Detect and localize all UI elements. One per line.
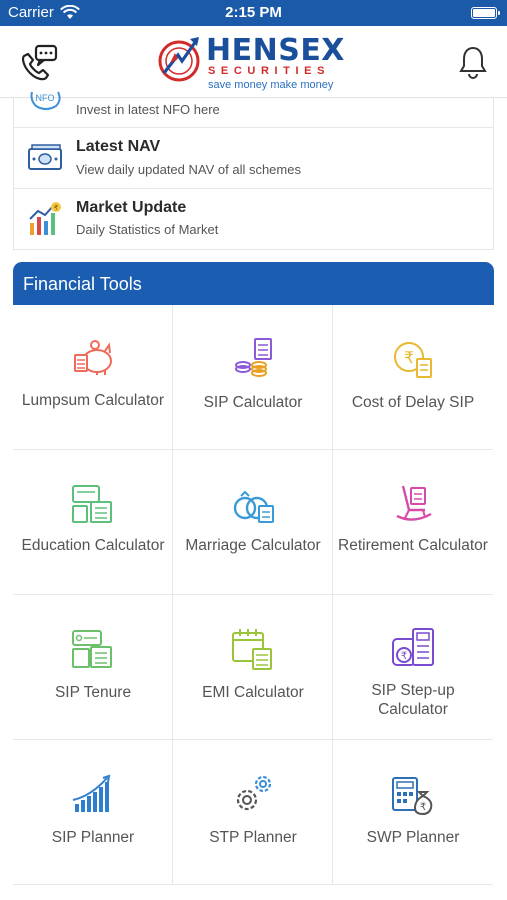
tool-label: Cost of Delay SIP [351,394,475,411]
phone-chat-icon [22,44,58,81]
tenure-calculator-icon [72,630,112,668]
hensex-logo: HENSEX SECURITIES save money make money [156,31,356,93]
rupee-coin-calculator-icon: ₹ [394,342,432,378]
quick-links-list: NFO Invest in latest NFO here Latest NAV… [13,91,494,250]
market-chart-icon: ₹ [29,202,61,235]
market-update-title: Market Update [76,199,187,216]
svg-text:₹: ₹ [420,802,426,813]
latest-nav-subtitle: View daily updated NAV of all schemes [76,162,301,177]
tool-label: Retirement Calculator [338,537,488,554]
battery-icon [471,7,500,19]
tool-label: SIP Step-up Calculator [371,682,455,718]
app-header: HENSEX SECURITIES save money make money [0,26,507,98]
nfo-subtitle: Invest in latest NFO here [76,102,220,117]
growth-bars-icon [72,774,111,812]
tool-label: Education Calculator [21,537,165,554]
clock: 2:15 PM [225,4,282,21]
tool-marriage-calculator[interactable]: Marriage Calculator [173,450,333,595]
tool-label: SIP Calculator [203,394,303,411]
tool-sip-planner[interactable]: SIP Planner [13,740,173,885]
nfo-icon-text: NFO [36,93,55,103]
rings-icon [233,490,274,523]
logo-brand: HENSEX [206,33,345,68]
calendar-calculator-icon [232,629,272,670]
tool-swp-planner[interactable]: ₹ SWP Planner [333,740,493,885]
svg-text:₹: ₹ [54,204,59,212]
logo-emblem-icon [158,37,200,82]
tool-lumpsum-calculator[interactable]: Lumpsum Calculator [13,305,173,450]
tool-stp-planner[interactable]: STP Planner [173,740,333,885]
wallet-calculator-icon: ₹ [392,628,434,666]
coin-stack-icon [235,338,272,377]
contact-support-button[interactable] [18,42,60,82]
gears-icon [236,775,272,811]
bell-icon [459,46,487,79]
tool-retirement-calculator[interactable]: Retirement Calculator [333,450,493,595]
tool-sip-tenure[interactable]: SIP Tenure [13,595,173,740]
financial-tools-header: Financial Tools [13,262,494,305]
logo-tagline: save money make money [208,79,334,91]
tool-label: EMI Calculator [202,684,304,701]
tool-label: SIP Tenure [54,684,132,701]
market-update-subtitle: Daily Statistics of Market [76,222,219,237]
tool-label: SWP Planner [366,829,460,846]
svg-text:₹: ₹ [401,651,407,662]
piggy-bank-icon [74,340,112,375]
nfo-icon: NFO [30,91,61,110]
tool-label: SIP Planner [51,829,135,846]
svg-text:₹: ₹ [404,348,414,367]
money-icon [28,144,62,170]
tool-education-calculator[interactable]: Education Calculator [13,450,173,595]
education-calculator-icon [72,485,112,523]
list-item-latest-nav[interactable]: Latest NAV View daily updated NAV of all… [14,128,493,189]
tool-emi-calculator[interactable]: EMI Calculator [173,595,333,740]
status-bar: Carrier 2:15 PM [0,0,507,26]
tool-sip-step-up-calculator[interactable]: ₹ SIP Step-up Calculator [333,595,493,740]
tool-label: STP Planner [209,829,297,846]
latest-nav-title: Latest NAV [76,138,161,155]
list-item-market-update[interactable]: ₹ Market Update Daily Statistics of Mark… [14,189,493,249]
logo-subtitle: SECURITIES [208,65,331,77]
tool-cost-of-delay-sip[interactable]: ₹ Cost of Delay SIP [333,305,493,450]
financial-tools-title: Financial Tools [23,274,142,294]
rupee-bag-calculator-icon: ₹ [392,777,433,816]
notifications-button[interactable] [457,44,489,80]
financial-tools-grid: Lumpsum Calculator SIP Calculator ₹ Cost… [13,305,494,889]
list-item-nfo[interactable]: NFO Invest in latest NFO here [14,91,493,128]
rocking-chair-icon [396,485,432,521]
tool-label: Lumpsum Calculator [21,392,165,409]
tool-sip-calculator[interactable]: SIP Calculator [173,305,333,450]
tool-label: Marriage Calculator [185,537,321,554]
